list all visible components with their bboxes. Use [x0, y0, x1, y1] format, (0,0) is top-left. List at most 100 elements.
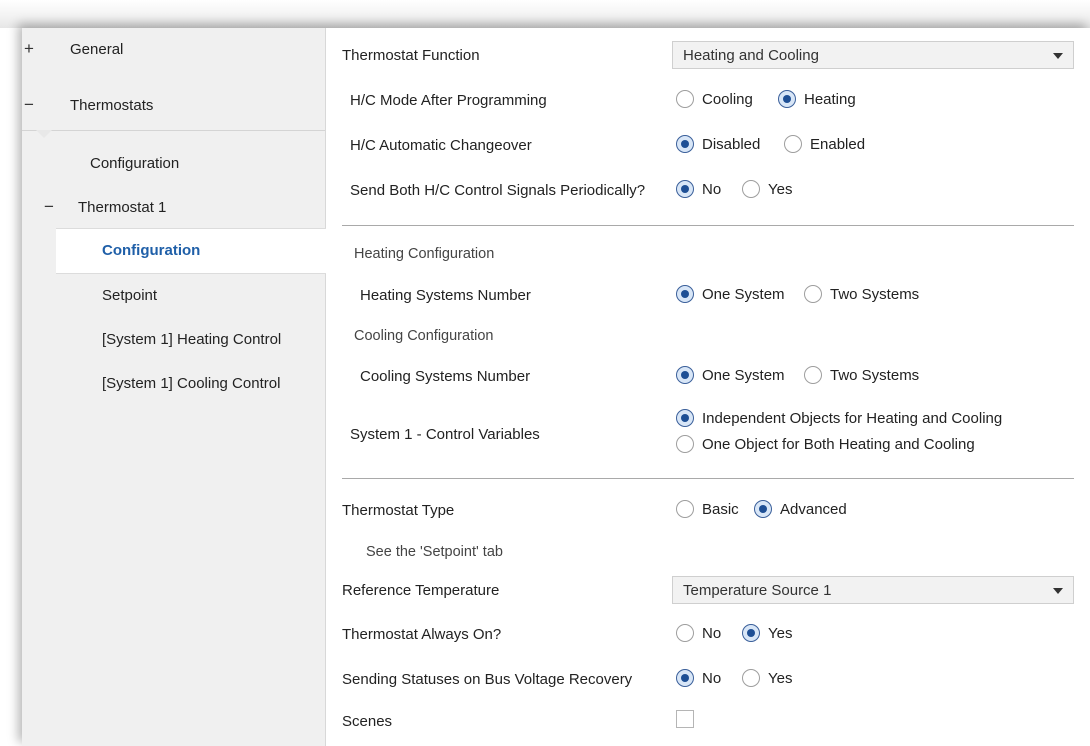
- option-label: Basic: [702, 500, 739, 518]
- radio-yes[interactable]: Yes: [742, 669, 792, 687]
- radio-yes[interactable]: Yes: [742, 624, 792, 642]
- radio-button[interactable]: [784, 135, 802, 153]
- option-label: Two Systems: [830, 285, 920, 303]
- radio-button[interactable]: [676, 435, 694, 453]
- collapse-icon[interactable]: −: [22, 95, 36, 115]
- thermostat-function-select[interactable]: Heating and Cooling: [672, 41, 1074, 69]
- radio-button[interactable]: [676, 180, 694, 198]
- radio-disabled[interactable]: Disabled: [676, 135, 760, 153]
- radio-two-systems[interactable]: Two Systems: [804, 366, 919, 384]
- radio-one-system[interactable]: One System: [676, 285, 785, 303]
- option-label: One System: [702, 285, 785, 303]
- group-notch: [36, 130, 52, 138]
- sidebar-item-t1-configuration[interactable]: Configuration: [56, 228, 326, 274]
- field-label: Heating Systems Number: [360, 287, 531, 304]
- radio-button[interactable]: [742, 180, 760, 198]
- option-label: Yes: [768, 669, 793, 687]
- selected-value: Temperature Source 1: [683, 582, 832, 599]
- radio-advanced[interactable]: Advanced: [754, 500, 847, 518]
- option-label: One Object for Both Heating and Cooling: [702, 435, 975, 453]
- option-label: Advanced: [780, 500, 847, 518]
- radio-button[interactable]: [676, 135, 694, 153]
- radio-button[interactable]: [804, 285, 822, 303]
- row-thermostat-function: Thermostat Function Heating and Cooling: [326, 40, 1090, 70]
- sidebar-item-thermostat-1[interactable]: − Thermostat 1: [22, 186, 325, 230]
- radio-two-systems[interactable]: Two Systems: [804, 285, 919, 303]
- option-label: Independent Objects for Heating and Cool…: [702, 409, 1003, 427]
- radio-button[interactable]: [676, 624, 694, 642]
- row-always-on: Thermostat Always On? No Yes: [326, 619, 1090, 649]
- expand-icon[interactable]: +: [22, 39, 36, 59]
- sidebar-item-label: Configuration: [90, 155, 180, 172]
- row-thermostat-type: Thermostat Type Basic Advanced: [326, 495, 1090, 525]
- sidebar-item-heating-control[interactable]: [System 1] Heating Control: [22, 318, 325, 362]
- chevron-down-icon: [1053, 588, 1063, 594]
- radio-no[interactable]: No: [676, 669, 721, 687]
- option-label: Enabled: [810, 135, 866, 153]
- radio-button[interactable]: [778, 90, 796, 108]
- radio-button[interactable]: [742, 669, 760, 687]
- radio-no[interactable]: No: [676, 180, 721, 198]
- radio-basic[interactable]: Basic: [676, 500, 739, 518]
- radio-button[interactable]: [754, 500, 772, 518]
- radio-one-system[interactable]: One System: [676, 366, 785, 384]
- row-send-both: Send Both H/C Control Signals Periodical…: [326, 175, 1090, 205]
- row-control-variables: System 1 - Control Variables Independent…: [326, 404, 1090, 464]
- row-hc-changeover: H/C Automatic Changeover Disabled Enable…: [326, 130, 1090, 160]
- sidebar-divider: [22, 130, 325, 131]
- reference-temperature-select[interactable]: Temperature Source 1: [672, 576, 1074, 604]
- row-reference-temperature: Reference Temperature Temperature Source…: [326, 575, 1090, 605]
- row-heating-systems: Heating Systems Number One System Two Sy…: [326, 280, 1090, 310]
- radio-enabled[interactable]: Enabled: [784, 135, 865, 153]
- radio-independent-objects[interactable]: Independent Objects for Heating and Cool…: [676, 409, 1002, 427]
- sidebar-item-label: Configuration: [102, 242, 201, 259]
- scenes-checkbox[interactable]: [676, 710, 694, 728]
- sidebar-item-general[interactable]: + General: [22, 28, 325, 72]
- sidebar-item-label: Thermostats: [70, 97, 154, 114]
- field-label: System 1 - Control Variables: [350, 426, 540, 443]
- selected-value: Heating and Cooling: [683, 47, 819, 64]
- field-label: Send Both H/C Control Signals Periodical…: [350, 182, 646, 199]
- option-label: Heating: [804, 90, 856, 108]
- field-label: H/C Mode After Programming: [350, 92, 547, 109]
- parameters-panel: Thermostat Function Heating and Cooling …: [326, 28, 1090, 746]
- row-sending-statuses: Sending Statuses on Bus Voltage Recovery…: [326, 664, 1090, 694]
- sidebar-item-label: Thermostat 1: [78, 199, 167, 216]
- radio-heating[interactable]: Heating: [778, 90, 856, 108]
- sidebar-item-label: [System 1] Cooling Control: [102, 375, 281, 392]
- field-label: Cooling Systems Number: [360, 368, 531, 385]
- cooling-configuration-heading: Cooling Configuration: [354, 328, 494, 344]
- sidebar-item-label: [System 1] Heating Control: [102, 331, 282, 348]
- field-label: Thermostat Type: [342, 502, 455, 519]
- collapse-icon[interactable]: −: [42, 197, 56, 217]
- radio-one-object[interactable]: One Object for Both Heating and Cooling: [676, 435, 975, 453]
- radio-button[interactable]: [676, 409, 694, 427]
- window-top-shadow: [0, 0, 1090, 28]
- option-label: No: [702, 669, 722, 687]
- option-label: One System: [702, 366, 785, 384]
- radio-button[interactable]: [676, 90, 694, 108]
- setpoint-note: See the 'Setpoint' tab: [366, 544, 503, 560]
- radio-button[interactable]: [676, 366, 694, 384]
- sidebar-item-setpoint[interactable]: Setpoint: [22, 274, 325, 318]
- parameters-window: + General − Thermostats Configuration − …: [22, 28, 1090, 746]
- sidebar-item-label: Setpoint: [102, 287, 158, 304]
- radio-button[interactable]: [804, 366, 822, 384]
- field-label: H/C Automatic Changeover: [350, 137, 532, 154]
- radio-button[interactable]: [676, 285, 694, 303]
- field-label: Thermostat Function: [342, 47, 480, 64]
- sidebar-item-cooling-control[interactable]: [System 1] Cooling Control: [22, 362, 325, 406]
- radio-no[interactable]: No: [676, 624, 721, 642]
- sidebar-item-thermostats[interactable]: − Thermostats: [22, 84, 325, 128]
- radio-button[interactable]: [676, 669, 694, 687]
- radio-button[interactable]: [742, 624, 760, 642]
- sidebar-item-configuration[interactable]: Configuration: [22, 142, 325, 186]
- row-hc-mode: H/C Mode After Programming Cooling Heati…: [326, 85, 1090, 115]
- option-label: Yes: [768, 624, 793, 642]
- option-label: No: [702, 180, 722, 198]
- radio-yes[interactable]: Yes: [742, 180, 792, 198]
- option-label: Two Systems: [830, 366, 920, 384]
- radio-cooling[interactable]: Cooling: [676, 90, 753, 108]
- option-label: Yes: [768, 180, 793, 198]
- radio-button[interactable]: [676, 500, 694, 518]
